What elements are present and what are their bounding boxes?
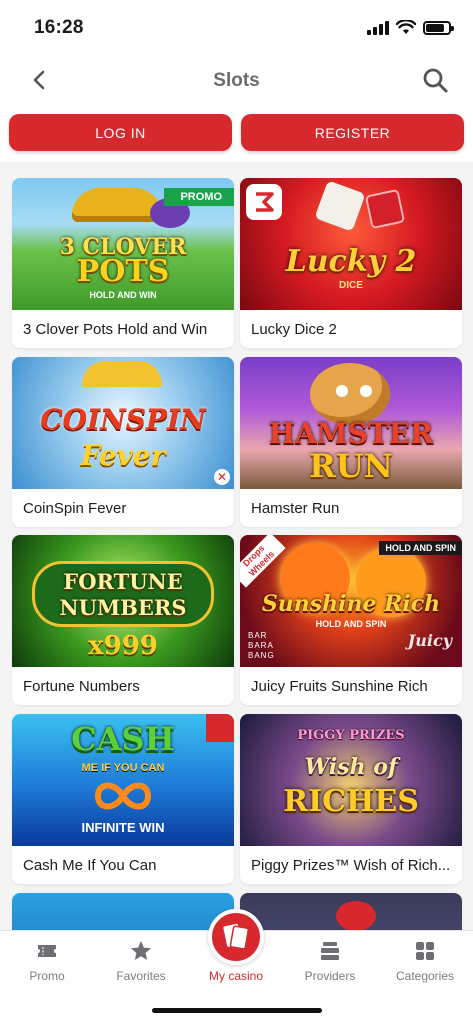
- grid-icon: [416, 942, 434, 960]
- auth-buttons: LOG IN REGISTER: [0, 104, 473, 162]
- games-grid: 3 CLOVER POTS HOLD AND WIN PROMO 3 Clove…: [0, 162, 473, 930]
- game-card[interactable]: [12, 893, 234, 930]
- tab-my-casino[interactable]: My casino: [189, 909, 283, 991]
- game-thumbnail: CASH ME IF YOU CAN INFINITE WIN: [12, 714, 234, 846]
- game-title: CoinSpin Fever: [23, 500, 127, 517]
- my-casino-button[interactable]: [208, 909, 264, 965]
- infinity-icon: [90, 778, 156, 814]
- status-icons: [367, 20, 454, 35]
- game-card[interactable]: FORTUNE NUMBERS x999 Fortune Numbers: [12, 535, 234, 705]
- tab-categories[interactable]: Categories: [378, 931, 472, 991]
- game-title: Lucky Dice 2: [251, 321, 337, 338]
- game-card[interactable]: Sunshine Rich HOLD AND SPIN Juicy HOLD A…: [240, 535, 462, 705]
- ticket-icon: [38, 945, 56, 957]
- game-card[interactable]: CASH ME IF YOU CAN INFINITE WIN Cash Me …: [12, 714, 234, 884]
- cards-icon: [223, 923, 250, 950]
- tab-providers[interactable]: Providers: [283, 931, 377, 991]
- game-card[interactable]: PIGGY PRIZES Wish of RICHES Piggy Prizes…: [240, 714, 462, 884]
- game-title: Fortune Numbers: [23, 678, 140, 695]
- game-thumbnail: 3 CLOVER POTS HOLD AND WIN PROMO: [12, 178, 234, 310]
- game-thumbnail: Lucky 2 DICE: [240, 178, 462, 310]
- hold-and-spin-badge: HOLD AND SPIN: [379, 541, 462, 555]
- game-title: Cash Me If You Can: [23, 857, 157, 874]
- login-button[interactable]: LOG IN: [9, 114, 232, 151]
- stack-icon: [321, 942, 339, 960]
- game-thumbnail: PIGGY PRIZES Wish of RICHES: [240, 714, 462, 846]
- status-time: 16:28: [34, 17, 84, 38]
- promo-badge: PROMO: [164, 188, 234, 206]
- game-thumbnail: COINSPIN Fever ✕: [12, 357, 234, 489]
- search-icon[interactable]: [421, 66, 449, 94]
- game-card[interactable]: Lucky 2 DICE Lucky Dice 2: [240, 178, 462, 348]
- game-title: 3 Clover Pots Hold and Win: [23, 321, 208, 338]
- game-card[interactable]: COINSPIN Fever ✕ CoinSpin Fever: [12, 357, 234, 527]
- star-icon: [131, 941, 151, 960]
- game-title: Piggy Prizes™ Wish of Rich...: [251, 857, 451, 874]
- tab-promo[interactable]: Promo: [0, 931, 94, 991]
- close-icon: ✕: [214, 469, 230, 485]
- game-card[interactable]: [240, 893, 462, 930]
- game-thumbnail: [12, 893, 234, 930]
- battery-icon: [423, 20, 454, 35]
- game-title: Juicy Fruits Sunshine Rich: [251, 678, 428, 695]
- game-thumbnail: Sunshine Rich HOLD AND SPIN Juicy HOLD A…: [240, 535, 462, 667]
- game-card[interactable]: HAMSTER RUN Hamster Run: [240, 357, 462, 527]
- status-bar: 16:28: [0, 0, 473, 56]
- game-thumbnail: [240, 893, 462, 930]
- nav-bar: Slots: [0, 56, 473, 104]
- game-card[interactable]: 3 CLOVER POTS HOLD AND WIN PROMO 3 Clove…: [12, 178, 234, 348]
- home-indicator: [152, 1008, 322, 1013]
- provider-logo-icon: [206, 714, 234, 742]
- game-thumbnail: HAMSTER RUN: [240, 357, 462, 489]
- game-thumbnail: FORTUNE NUMBERS x999: [12, 535, 234, 667]
- studio-logo: BAR BARA BANG: [248, 631, 275, 660]
- page-title: Slots: [213, 70, 260, 91]
- tab-favorites[interactable]: Favorites: [94, 931, 188, 991]
- drops-wheels-badge: Drops Wheels: [240, 535, 286, 588]
- provider-logo-icon: [246, 184, 282, 220]
- register-button[interactable]: REGISTER: [241, 114, 464, 151]
- wifi-icon: [396, 20, 416, 34]
- game-title: Hamster Run: [251, 500, 340, 517]
- cellular-signal-icon: [367, 20, 389, 35]
